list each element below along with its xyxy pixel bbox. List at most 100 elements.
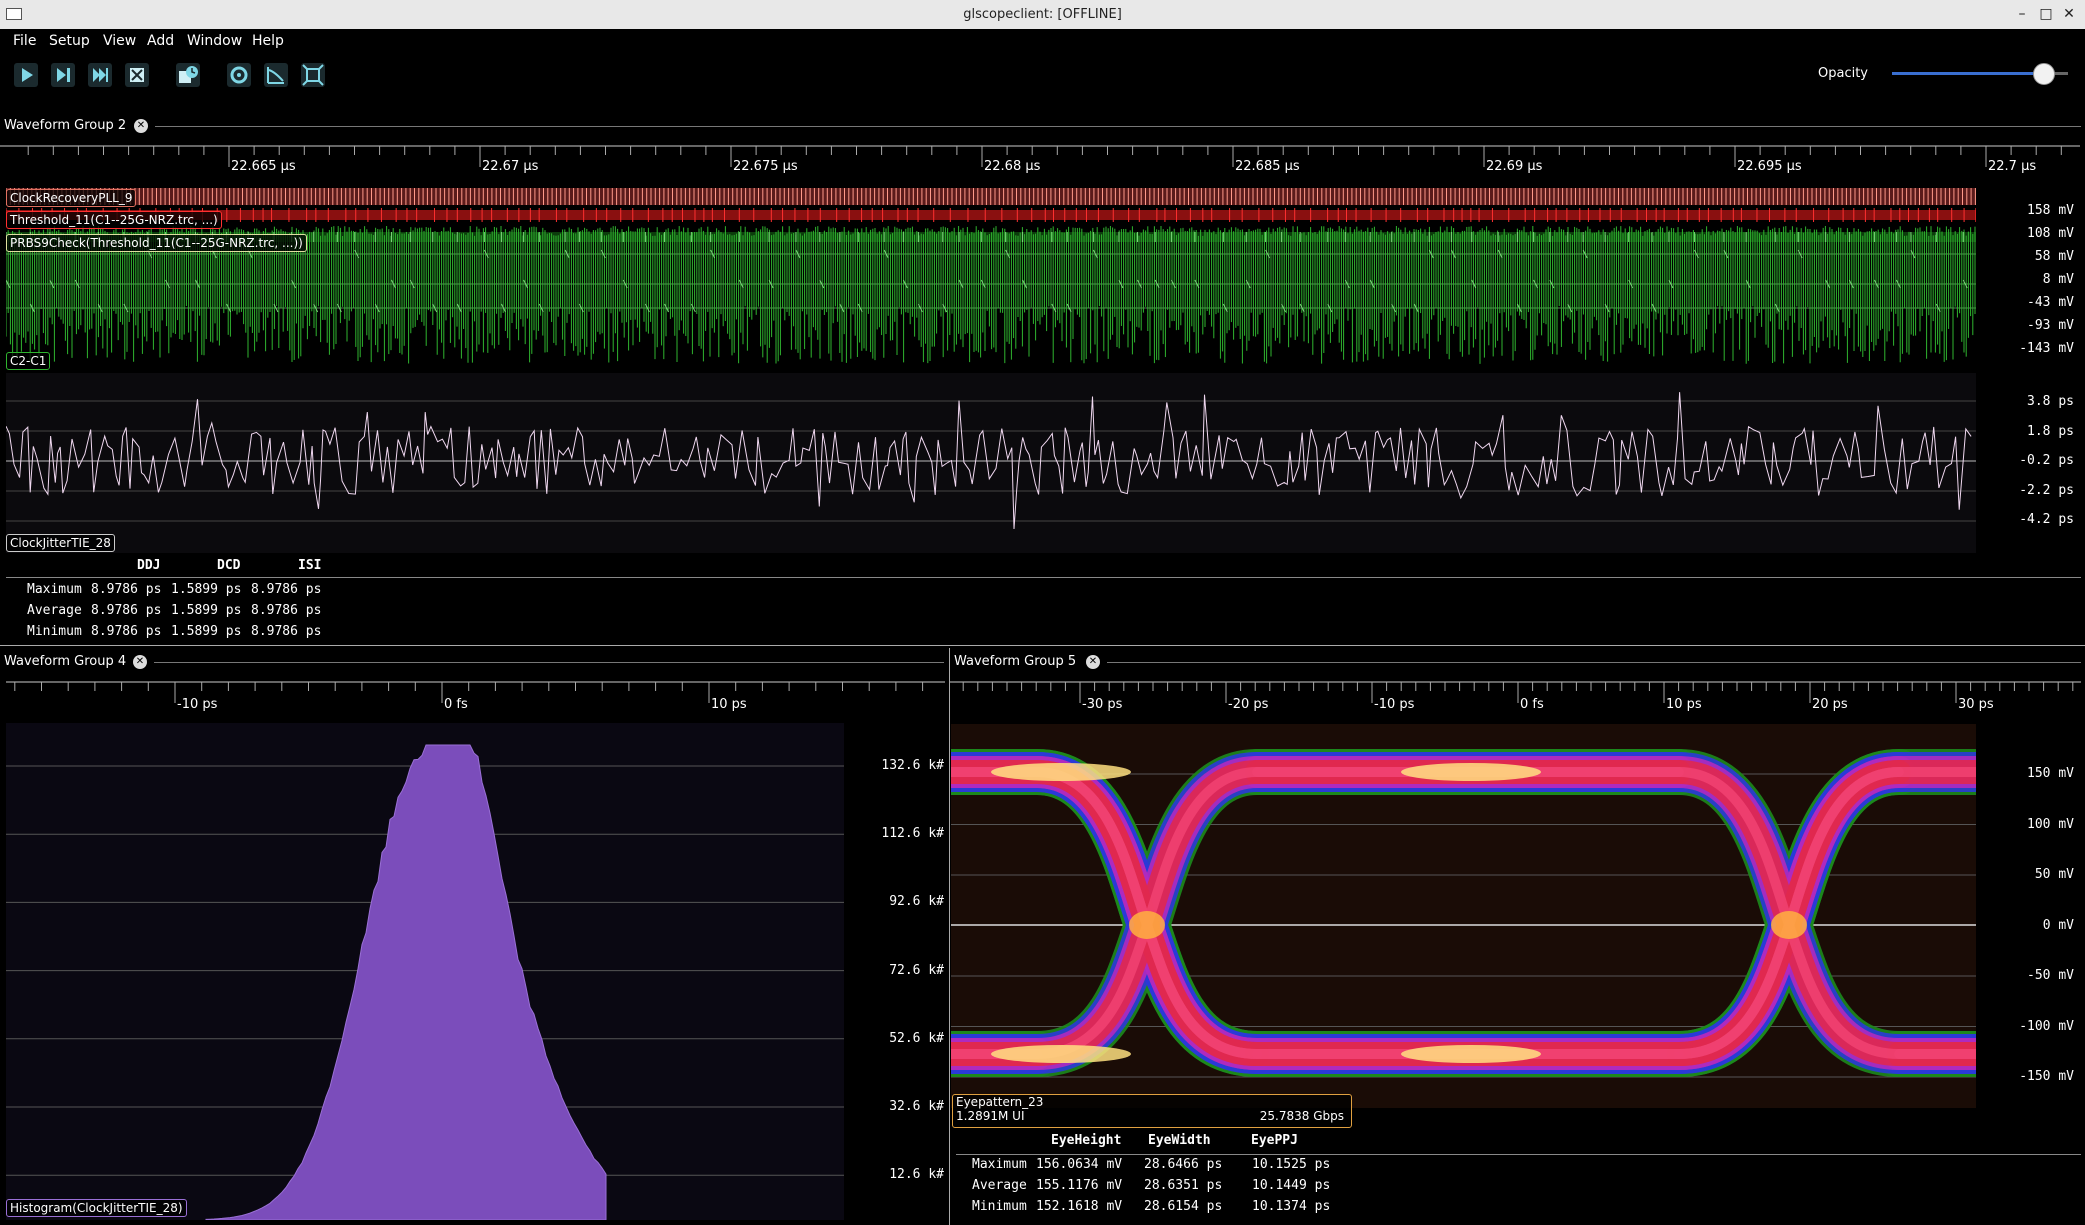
channel-label-pll[interactable]: ClockRecoveryPLL_9: [6, 189, 137, 207]
eye-pattern-plot[interactable]: [951, 724, 1976, 1108]
time-tick-label: 22.7 μs: [1988, 159, 2037, 174]
waveform-group-4-header: Waveform Group 4 ✕: [0, 651, 948, 673]
time-tick-label: 22.695 μs: [1737, 159, 1802, 174]
maximize-icon[interactable]: □: [2037, 5, 2055, 23]
stat-value: 28.6466 ps: [1144, 1157, 1223, 1172]
start-icon[interactable]: [13, 62, 39, 88]
stat-row-label: Maximum: [27, 582, 82, 597]
eye-axis-label: 150 mV: [2027, 766, 2074, 781]
stat-value: 10.1449 ps: [1252, 1178, 1331, 1193]
eye-density-peak: [1401, 763, 1541, 781]
channel-label-c2-c1[interactable]: C2-C1: [6, 352, 51, 370]
eye-axis-label: -150 mV: [2019, 1069, 2074, 1084]
group4-timeline[interactable]: [0, 681, 948, 721]
channel-label-threshold[interactable]: Threshold_11(C1--25G-NRZ.trc, ...): [6, 211, 222, 229]
histogram-axis-label: 52.6 k#: [889, 1030, 944, 1046]
time-tick-label: 10 ps: [711, 697, 747, 712]
stat-row-label: Maximum: [972, 1157, 1027, 1172]
voltage-axis-label: -143 mV: [2019, 341, 2074, 356]
close-group-icon[interactable]: ✕: [133, 655, 147, 669]
menu-setup[interactable]: Setup: [49, 33, 90, 49]
voltage-axis-label: 108 mV: [2027, 226, 2074, 241]
pane-divider[interactable]: [0, 645, 2085, 646]
stat-value: 10.1374 ps: [1252, 1199, 1331, 1214]
time-tick-label: -10 ps: [177, 697, 218, 712]
eye-axis-label: -100 mV: [2019, 1018, 2074, 1034]
time-tick-label: 10 ps: [1666, 697, 1702, 712]
stat-value: 1.5899 ps: [171, 582, 242, 597]
close-group-icon[interactable]: ✕: [134, 119, 148, 133]
history-icon[interactable]: [175, 62, 201, 88]
time-tick-label: -30 ps: [1082, 697, 1123, 712]
time-tick-label: 22.665 μs: [231, 159, 296, 174]
close-window-icon[interactable]: ✕: [2060, 5, 2078, 23]
channel-label-histogram[interactable]: Histogram(ClockJitterTIE_28): [6, 1199, 187, 1217]
stats-divider: [956, 1154, 2081, 1155]
menu-add[interactable]: Add: [147, 33, 174, 49]
stats-divider: [6, 577, 2081, 578]
eye-axis-label: -50 mV: [2027, 968, 2074, 983]
refresh-icon[interactable]: [226, 62, 252, 88]
histogram-axis-label: 112.6 k#: [881, 826, 944, 842]
eye-density-peak: [991, 1045, 1131, 1063]
stat-row-label: Average: [972, 1178, 1027, 1193]
histogram-plot[interactable]: [6, 723, 844, 1220]
header-divider: [154, 662, 944, 663]
menu-help[interactable]: Help: [252, 33, 284, 49]
time-tick-label: 30 ps: [1958, 697, 1994, 712]
vertical-pane-divider[interactable]: [949, 648, 950, 1225]
time-tick-label: -20 ps: [1228, 697, 1269, 712]
curve-icon[interactable]: [263, 62, 289, 88]
channel-label-prbs[interactable]: PRBS9Check(Threshold_11(C1--25G-NRZ.trc,…: [6, 234, 307, 252]
eye-density-peak: [1129, 911, 1165, 939]
channel-label-eyepattern[interactable]: Eyepattern_23 1.2891M UI 25.7838 Gbps: [952, 1094, 1352, 1128]
time-tick-label: 22.68 μs: [984, 159, 1041, 174]
header-divider: [1107, 662, 2081, 663]
group-title: Waveform Group 2: [4, 118, 127, 133]
stat-value: 28.6154 ps: [1144, 1199, 1223, 1214]
single-trigger-icon[interactable]: [50, 62, 76, 88]
eye-channel-name: Eyepattern_23: [956, 1095, 1044, 1109]
stat-header-eyeppj: EyePPJ: [1251, 1133, 1298, 1148]
time-tick-label: 0 fs: [1520, 697, 1544, 712]
time-tick-label: 22.67 μs: [482, 159, 539, 174]
group-title: Waveform Group 4: [4, 654, 127, 669]
eye-density-peak: [991, 763, 1131, 781]
menu-window[interactable]: Window: [187, 33, 242, 49]
time-tick-label: -10 ps: [1374, 697, 1415, 712]
force-trigger-icon[interactable]: [87, 62, 113, 88]
stat-header-eyewidth: EyeWidth: [1148, 1133, 1211, 1148]
stat-value: 28.6351 ps: [1144, 1178, 1223, 1193]
channel-label-jitter[interactable]: ClockJitterTIE_28: [6, 534, 115, 552]
menu-view[interactable]: View: [103, 33, 136, 49]
eye-axis-label: 100 mV: [2027, 816, 2074, 832]
histogram-axis-label: 32.6 k#: [889, 1099, 944, 1114]
stat-value: 1.5899 ps: [171, 603, 242, 618]
group-title: Waveform Group 5: [954, 654, 1077, 669]
stat-value: 8.9786 ps: [251, 582, 322, 597]
window-title: glscopeclient: [OFFLINE]: [963, 7, 1122, 22]
group2-jitter-plot[interactable]: [6, 373, 1976, 553]
eye-channel-info: 1.2891M UI 25.7838 Gbps: [956, 1109, 1348, 1123]
jitter-axis-label: 1.8 ps: [2027, 423, 2074, 439]
jitter-axis-label: -2.2 ps: [2019, 482, 2074, 498]
jitter-axis-label: -0.2 ps: [2019, 453, 2074, 468]
stat-value: 8.9786 ps: [91, 582, 162, 597]
stop-icon[interactable]: [124, 62, 150, 88]
toolbar: [0, 54, 2085, 94]
voltage-axis-label: 58 mV: [2034, 249, 2074, 264]
stat-value: 156.0634 mV: [1036, 1157, 1123, 1172]
stat-value: 152.1618 mV: [1036, 1199, 1123, 1214]
stat-value: 8.9786 ps: [91, 624, 162, 639]
group2-analog-overlay: [6, 232, 1968, 313]
menu-file[interactable]: File: [13, 33, 36, 49]
eye-axis-label: 50 mV: [2034, 867, 2074, 882]
fullscreen-icon[interactable]: [300, 62, 326, 88]
close-group-icon[interactable]: ✕: [1086, 655, 1100, 669]
minimize-icon[interactable]: –: [2013, 5, 2031, 23]
stat-value: 10.1525 ps: [1252, 1157, 1331, 1172]
voltage-axis-label: 8 mV: [2042, 272, 2074, 287]
stat-value: 8.9786 ps: [251, 624, 322, 639]
jitter-axis-label: -4.2 ps: [2019, 512, 2074, 527]
jitter-axis-label: 3.8 ps: [2027, 394, 2074, 409]
